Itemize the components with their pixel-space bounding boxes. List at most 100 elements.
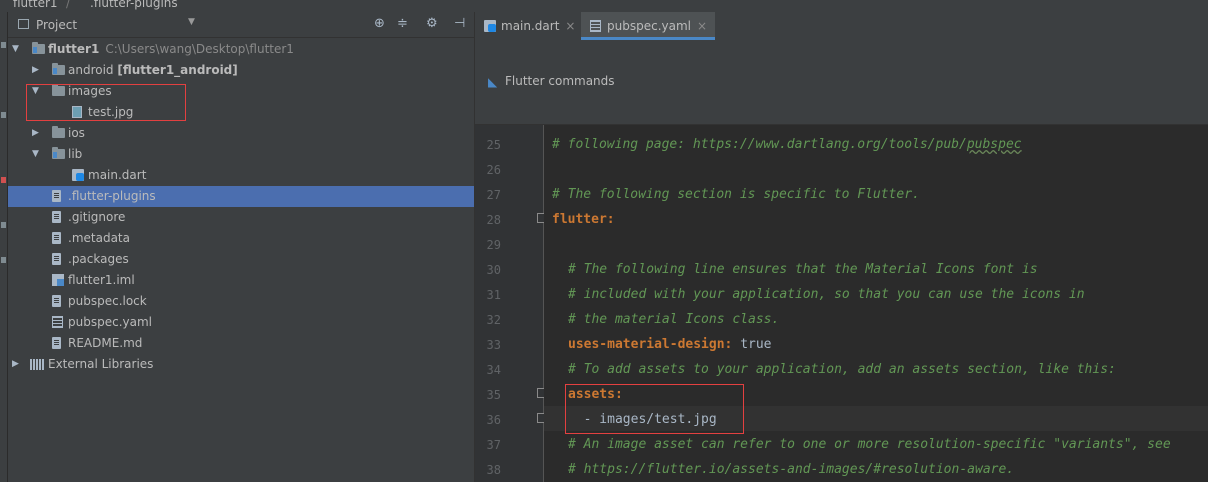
code-line-38: # https://flutter.io/assets-and-images/#… (568, 462, 1015, 477)
gear-icon[interactable]: ⚙ (426, 16, 438, 31)
tree-item-flutter-plugins[interactable]: .flutter-plugins (8, 186, 474, 207)
tab-label: pubspec.yaml (607, 19, 691, 33)
line-number: 27 (486, 188, 501, 202)
collapse-all-icon[interactable]: ≑ (397, 16, 408, 31)
collapsed-arrow-icon[interactable]: ▶ (32, 123, 39, 144)
left-tool-strip (0, 12, 8, 482)
tree-item-label: android (68, 63, 114, 77)
tool-window-marker[interactable] (1, 42, 6, 48)
tree-item-label: .gitignore (68, 210, 126, 224)
hide-panel-icon[interactable]: ⊣ (454, 16, 465, 31)
editor-gutter: 25 26 27 28 29 30 31 32 33 34 35 36 37 3… (475, 125, 570, 482)
yaml-file-icon (590, 20, 601, 32)
line-number: 31 (486, 288, 501, 302)
tree-item-label: flutter1 (48, 42, 100, 56)
view-dropdown-icon[interactable]: ▼ (188, 17, 195, 27)
text-file-icon (52, 295, 61, 307)
code-line-32: # the material Icons class. (568, 312, 780, 327)
tree-item-label: pubspec.lock (68, 294, 147, 308)
module-folder-icon (52, 63, 65, 75)
tree-item-packages[interactable]: .packages (8, 249, 474, 270)
line-number: 28 (486, 213, 501, 227)
text-file-icon (52, 232, 61, 244)
highlight-box (26, 84, 186, 121)
close-icon[interactable]: × (565, 19, 575, 33)
module-file-icon (52, 274, 64, 286)
code-line-37: # An image asset can refer to one or mor… (568, 437, 1171, 452)
tree-item-pubspec-yaml[interactable]: pubspec.yaml (8, 312, 474, 333)
project-view-icon (18, 19, 29, 29)
tree-item-lib[interactable]: ▼ lib (8, 144, 474, 165)
text-file-icon (52, 190, 61, 202)
line-number: 38 (486, 463, 501, 477)
tree-item-main-dart[interactable]: main.dart (8, 165, 474, 186)
project-path: C:\Users\wang\Desktop\flutter1 (105, 42, 294, 56)
tree-item-label: pubspec.yaml (68, 315, 152, 329)
tree-item-pubspec-lock[interactable]: pubspec.lock (8, 291, 474, 312)
module-folder-icon (32, 42, 45, 54)
tree-item-ios[interactable]: ▶ ios (8, 123, 474, 144)
flutter-icon: ◣ (488, 75, 498, 89)
tree-item-label: main.dart (88, 168, 147, 182)
tree-item-metadata[interactable]: .metadata (8, 228, 474, 249)
text-file-icon (52, 211, 61, 223)
flutter-commands-link[interactable]: Flutter commands (505, 74, 615, 88)
tree-item-label: .flutter-plugins (68, 189, 156, 203)
tree-item-label: .packages (68, 252, 129, 266)
yaml-file-icon (52, 316, 63, 328)
tree-item-gitignore[interactable]: .gitignore (8, 207, 474, 228)
breadcrumb-separator: / (66, 0, 71, 10)
project-panel: Project ▼ ⊕ ≑ ⚙ ⊣ ▼ flutter1 C:\Users\wan… (8, 12, 475, 482)
breadcrumb-file[interactable]: .flutter-plugins (90, 0, 178, 10)
tree-item-label: ios (68, 126, 85, 140)
line-number: 36 (486, 413, 501, 427)
code-line-34: # To add assets to your application, add… (568, 362, 1116, 377)
tree-item-external-libraries[interactable]: ▶ External Libraries (8, 354, 474, 375)
code-line-33: uses-material-design: true (568, 337, 772, 352)
editor-tab-bar: main.dart × pubspec.yaml × (475, 12, 1208, 41)
folder-icon (52, 126, 65, 138)
line-number: 35 (486, 388, 501, 402)
line-number: 32 (486, 313, 501, 327)
tree-item-flutter1-iml[interactable]: flutter1.iml (8, 270, 474, 291)
project-panel-title[interactable]: Project (36, 18, 77, 32)
code-editor[interactable]: # following page: https://www.dartlang.o… (544, 125, 1208, 482)
tab-pubspec-yaml[interactable]: pubspec.yaml × (581, 12, 716, 40)
tool-window-marker[interactable] (1, 257, 6, 263)
expanded-arrow-icon[interactable]: ▼ (32, 144, 39, 165)
code-line-27: # The following section is specific to F… (552, 187, 920, 202)
tool-window-marker[interactable] (1, 177, 6, 183)
tab-label: main.dart (501, 19, 560, 33)
close-icon[interactable]: × (697, 19, 707, 33)
project-panel-header: Project ▼ ⊕ ≑ ⚙ ⊣ (8, 12, 474, 38)
code-line-28: flutter: (552, 212, 615, 227)
text-file-icon (52, 337, 61, 349)
tree-item-android[interactable]: ▶ android [flutter1_android] (8, 60, 474, 81)
text-file-icon (52, 253, 61, 265)
source-folder-icon (52, 147, 65, 159)
flutter-commands-bar: ◣ Flutter commands (475, 40, 1208, 125)
code-line-25: # following page: https://www.dartlang.o… (552, 137, 1022, 152)
line-number: 34 (486, 363, 501, 377)
module-name: [flutter1_android] (117, 63, 238, 77)
tree-item-flutter1[interactable]: ▼ flutter1 C:\Users\wang\Desktop\flutter1 (8, 39, 474, 60)
collapsed-arrow-icon[interactable]: ▶ (12, 354, 19, 375)
dart-file-icon (484, 20, 496, 32)
line-number: 37 (486, 438, 501, 452)
tool-window-marker[interactable] (1, 112, 6, 118)
line-number: 25 (486, 138, 501, 152)
scroll-from-source-icon[interactable]: ⊕ (374, 16, 385, 31)
library-icon (30, 359, 44, 370)
breadcrumb-project[interactable]: flutter1 (13, 0, 58, 10)
tool-window-marker[interactable] (1, 222, 6, 228)
collapsed-arrow-icon[interactable]: ▶ (32, 60, 39, 81)
tree-item-label: lib (68, 147, 83, 161)
line-number: 30 (486, 263, 501, 277)
tree-item-readme[interactable]: README.md (8, 333, 474, 354)
line-number: 29 (486, 238, 501, 252)
tree-item-label: External Libraries (48, 357, 154, 371)
tab-main-dart[interactable]: main.dart × (475, 12, 583, 40)
line-number: 33 (486, 338, 501, 352)
code-line-31: # included with your application, so tha… (568, 287, 1085, 302)
expanded-arrow-icon[interactable]: ▼ (12, 39, 19, 60)
